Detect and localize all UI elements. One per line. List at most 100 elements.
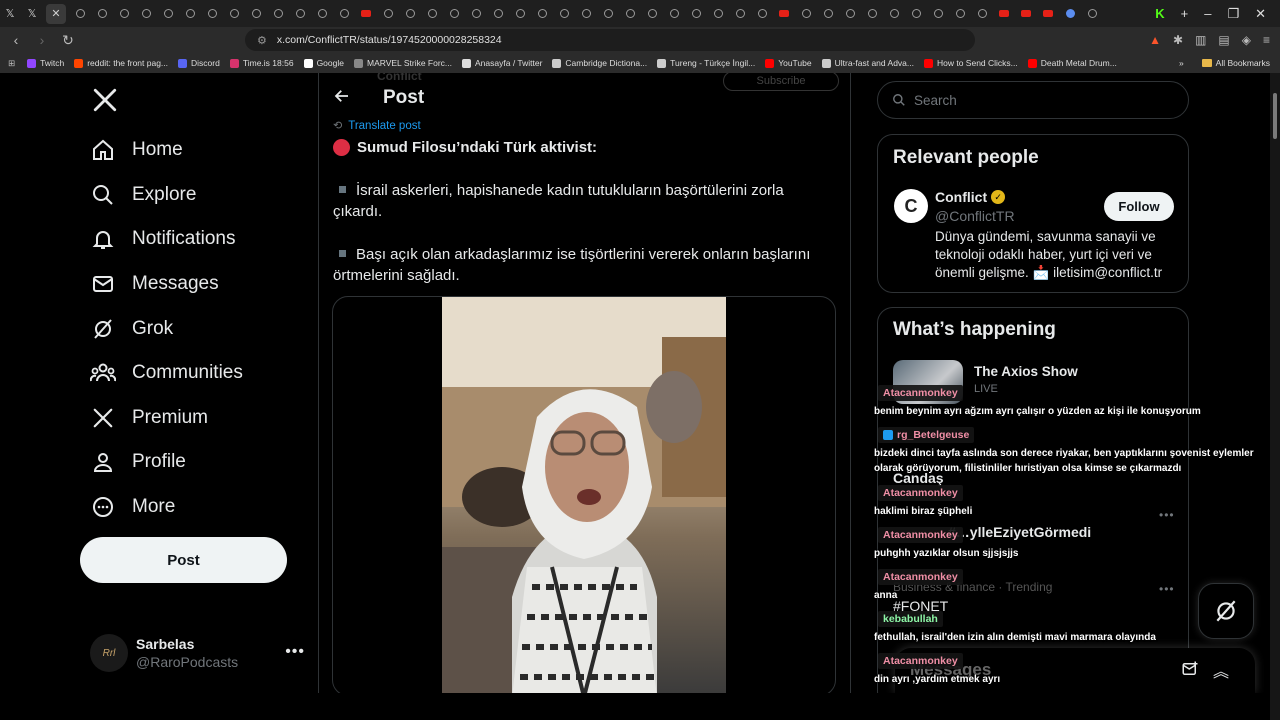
browser-tab[interactable] [204, 6, 220, 22]
restore-icon[interactable]: ❐ [1227, 6, 1239, 22]
browser-tab[interactable]: 𝕏 [2, 6, 18, 22]
nav-communities[interactable]: Communities [90, 353, 243, 393]
bookmark-item[interactable]: Cambridge Dictiona... [552, 58, 647, 68]
browser-tab[interactable] [754, 6, 770, 22]
bookmark-item[interactable]: Anasayfa / Twitter [462, 58, 542, 68]
browser-tab[interactable] [952, 6, 968, 22]
sidebar-icon[interactable]: ▥ [1195, 33, 1206, 47]
x-logo-icon[interactable] [92, 87, 118, 121]
browser-tab[interactable] [270, 6, 286, 22]
kick-tab-icon[interactable]: K [1155, 6, 1164, 21]
browser-tab[interactable] [556, 6, 572, 22]
browser-tab[interactable] [424, 6, 440, 22]
bookmark-item[interactable]: Time.is 18:56 [229, 58, 294, 68]
browser-tab[interactable] [182, 6, 198, 22]
browser-tab[interactable] [842, 6, 858, 22]
scrollbar-thumb[interactable] [1273, 93, 1277, 139]
back-icon[interactable]: ‹ [6, 32, 26, 48]
browser-tab[interactable] [622, 6, 638, 22]
nav-messages[interactable]: Messages [90, 264, 219, 304]
wallet-icon[interactable]: ▤ [1218, 33, 1229, 47]
browser-tab[interactable] [600, 6, 616, 22]
video-player[interactable] [442, 297, 726, 693]
browser-tab[interactable]: ✕ [46, 3, 66, 24]
menu-icon[interactable]: ≡ [1263, 33, 1270, 47]
browser-tab[interactable] [776, 6, 792, 22]
browser-tab[interactable] [160, 6, 176, 22]
browser-tab[interactable] [1084, 6, 1100, 22]
browser-tab[interactable] [336, 6, 352, 22]
tweet-media[interactable] [332, 296, 836, 693]
bookmark-item[interactable]: Discord [178, 58, 220, 68]
nav-premium[interactable]: Premium [90, 398, 208, 438]
bookmark-item[interactable]: MARVEL Strike Forc... [353, 58, 452, 68]
browser-tab[interactable]: 𝕏 [24, 6, 40, 22]
browser-tab[interactable] [358, 6, 374, 22]
minimize-icon[interactable]: – [1204, 6, 1211, 21]
post-button[interactable]: Post [80, 537, 287, 583]
browser-tab[interactable] [402, 6, 418, 22]
nav-profile[interactable]: Profile [90, 442, 186, 482]
browser-tab[interactable] [226, 6, 242, 22]
browser-tab[interactable] [688, 6, 704, 22]
ellipsis-icon[interactable]: ••• [285, 643, 305, 661]
brave-shield-icon[interactable]: ▲ [1149, 33, 1161, 47]
account-switcher[interactable]: Rrl Sarbelas @RaroPodcasts ••• [90, 629, 305, 677]
browser-tab[interactable] [820, 6, 836, 22]
conflict-avatar[interactable]: C [894, 189, 928, 223]
reload-icon[interactable]: ↻ [58, 32, 78, 49]
page-scrollbar[interactable] [1270, 73, 1280, 720]
all-bookmarks[interactable]: » All Bookmarks [1179, 53, 1270, 73]
extensions-icon[interactable]: ✱ [1173, 33, 1183, 47]
browser-tab[interactable] [1018, 6, 1034, 22]
nav-more[interactable]: More [90, 487, 175, 527]
browser-tab[interactable] [1062, 6, 1078, 22]
browser-tab[interactable] [886, 6, 902, 22]
bookmark-item[interactable]: reddit: the front pag... [74, 58, 168, 68]
nav-notifications[interactable]: Notifications [90, 219, 236, 259]
relevant-person-name[interactable]: Conflict ✓ [935, 189, 1006, 205]
bookmark-item[interactable]: Tureng - Türkçe İngil... [657, 58, 755, 68]
browser-tab[interactable] [710, 6, 726, 22]
browser-tab[interactable] [578, 6, 594, 22]
trend-ghost-2[interactable]: #…ylleEziyetGörmedi [948, 524, 1091, 540]
browser-tab[interactable] [930, 6, 946, 22]
browser-tab[interactable] [974, 6, 990, 22]
nav-grok[interactable]: Grok [90, 309, 173, 349]
back-arrow-icon[interactable] [333, 87, 353, 110]
browser-tab[interactable] [138, 6, 154, 22]
bookmark-item[interactable]: YouTube [765, 58, 812, 68]
bookmark-item[interactable]: Google [303, 58, 344, 68]
bookmark-item[interactable]: How to Send Clicks... [923, 58, 1018, 68]
more-bookmarks-icon[interactable]: » [1179, 58, 1184, 68]
browser-tab[interactable] [446, 6, 462, 22]
new-tab-icon[interactable]: + [1181, 6, 1189, 21]
close-window-icon[interactable]: ✕ [1255, 6, 1266, 22]
follow-button[interactable]: Follow [1104, 192, 1174, 221]
browser-tab[interactable] [798, 6, 814, 22]
browser-tab[interactable] [644, 6, 660, 22]
bookmark-item[interactable]: Death Metal Drum... [1027, 58, 1117, 68]
browser-tab[interactable] [996, 6, 1012, 22]
browser-tab[interactable] [314, 6, 330, 22]
browser-tab[interactable] [534, 6, 550, 22]
browser-tab[interactable] [94, 6, 110, 22]
browser-tab[interactable] [490, 6, 506, 22]
browser-tab[interactable] [666, 6, 682, 22]
subscribe-button[interactable]: Subscribe [723, 73, 839, 91]
browser-tab[interactable] [908, 6, 924, 22]
browser-tab[interactable] [116, 6, 132, 22]
browser-tab[interactable] [864, 6, 880, 22]
browser-tab[interactable] [380, 6, 396, 22]
search-input[interactable]: Search [877, 81, 1189, 119]
nav-home[interactable]: Home [90, 130, 183, 170]
bookmark-item[interactable]: Twitch [27, 58, 64, 68]
url-field[interactable]: ⚙ x.com/ConflictTR/status/19745200000282… [245, 29, 975, 51]
browser-tab[interactable] [72, 6, 88, 22]
browser-tab[interactable] [468, 6, 484, 22]
trend-title[interactable]: The Axios Show [974, 364, 1078, 379]
browser-tab[interactable] [512, 6, 528, 22]
vpn-icon[interactable]: ◈ [1242, 33, 1251, 47]
site-info-icon[interactable]: ⚙ [257, 34, 267, 47]
browser-tab[interactable] [732, 6, 748, 22]
